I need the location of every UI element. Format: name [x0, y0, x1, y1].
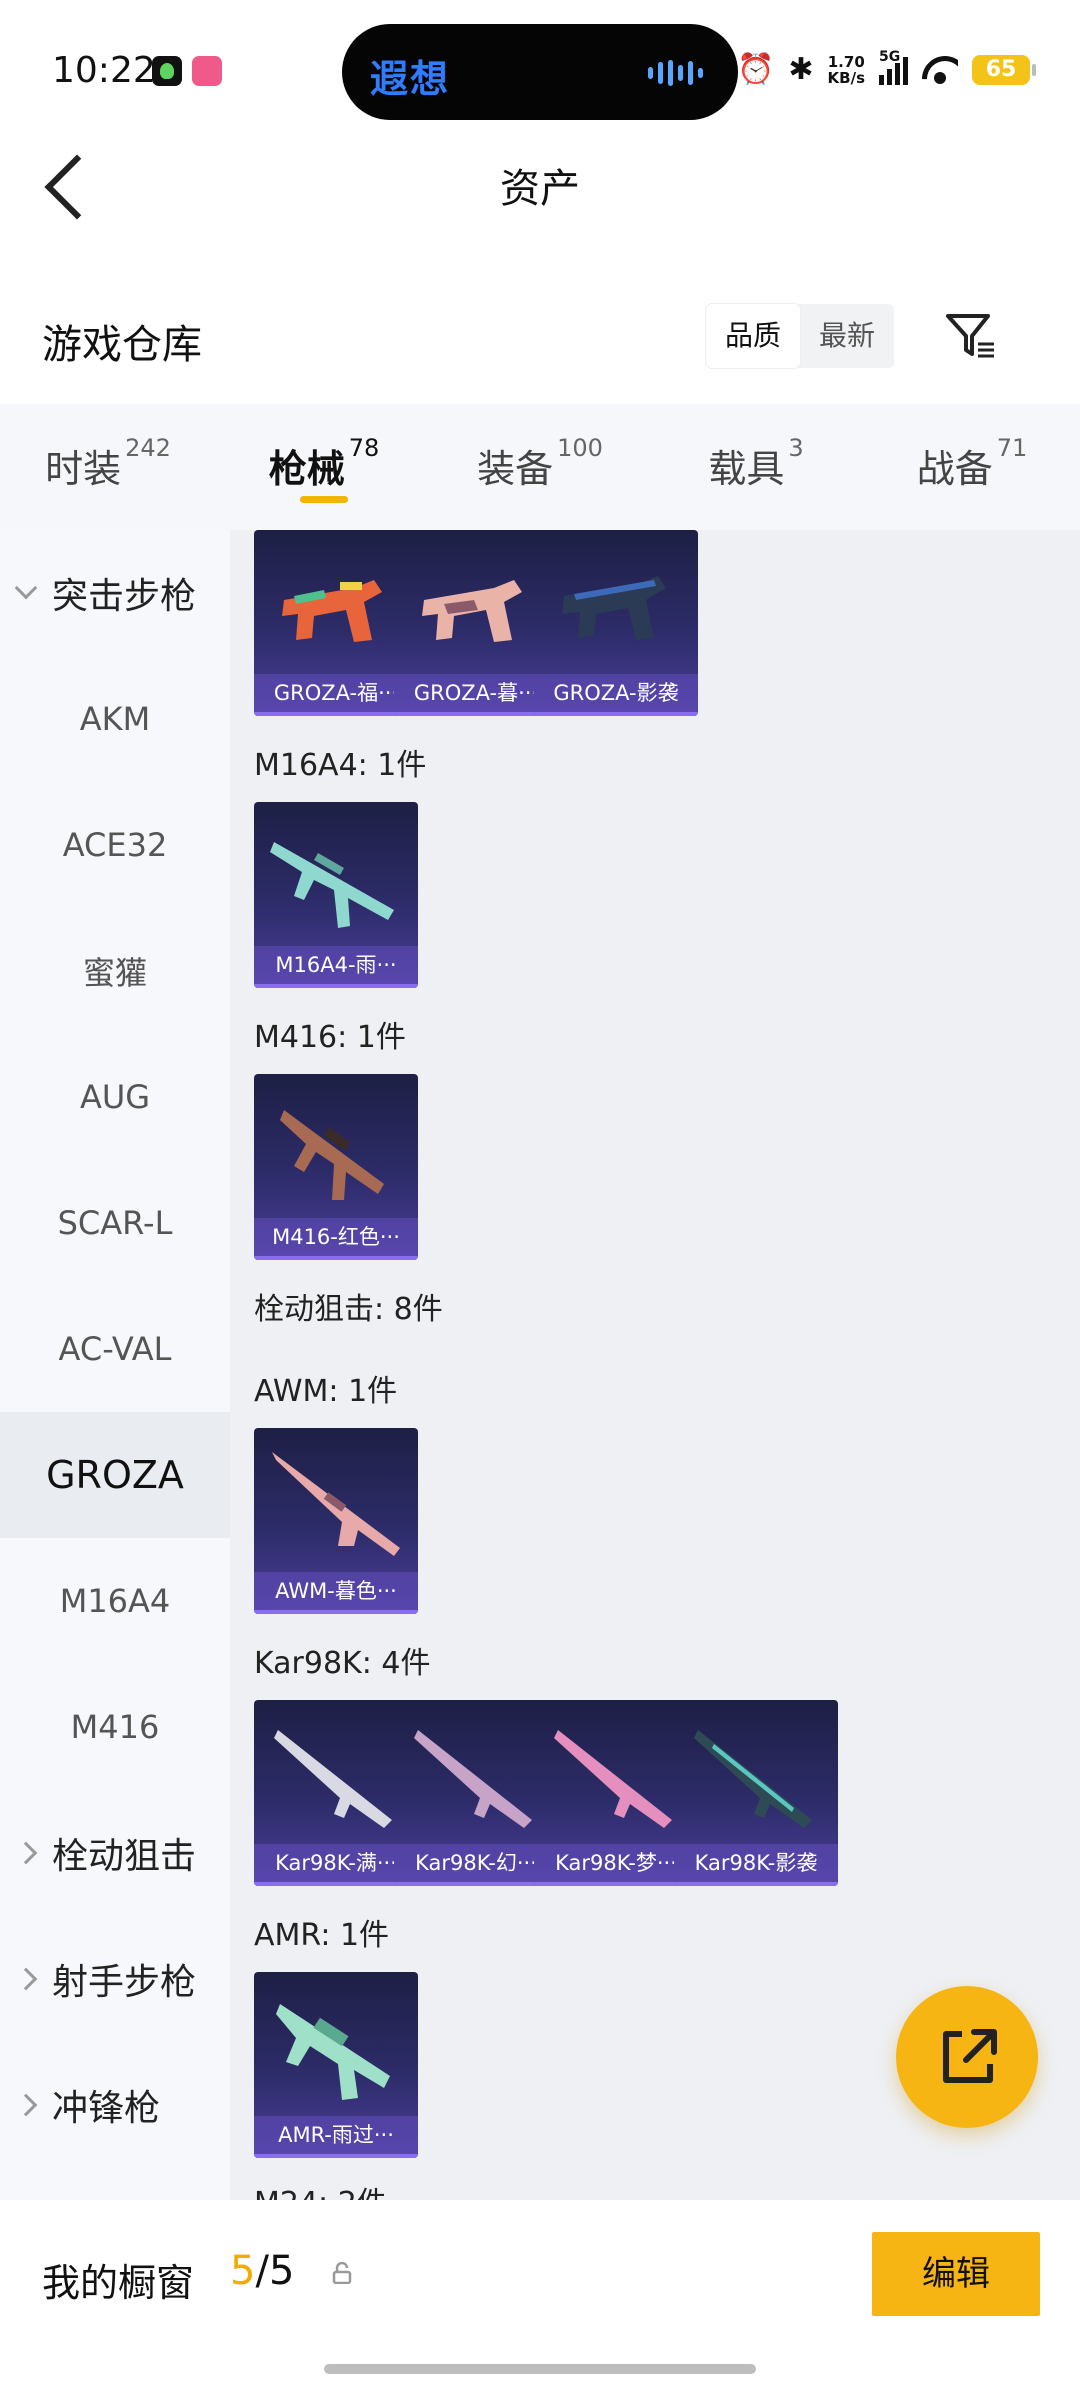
tab-count: 3	[788, 434, 804, 462]
groza-skin-image	[562, 576, 666, 640]
group-label-amr: AMR: 1件	[254, 1918, 390, 1953]
sort-latest-button[interactable]: 最新	[800, 304, 894, 368]
skin-name: AMR-雨过···	[254, 2116, 418, 2158]
sidebar-item-label: 冲锋枪	[52, 2088, 161, 2129]
status-time: 10:22	[52, 50, 156, 91]
tab-count: 71	[996, 434, 1028, 462]
group-label-m24: M24: 2件	[254, 2178, 387, 2200]
category-tabs: 时装 242 枪械 78 装备 100 载具 3 战备 71	[0, 404, 1080, 530]
sidebar-item-ace32[interactable]: ACE32	[0, 782, 230, 908]
skin-name: GROZA-影袭	[534, 674, 698, 716]
home-indicator[interactable]	[324, 2364, 756, 2374]
net-speed-value: 1.70	[827, 52, 865, 71]
showcase-bar: 我的橱窗 5/5 编辑	[0, 2200, 1080, 2400]
showcase-total: 5	[268, 2248, 295, 2294]
group-label-m416: M416: 1件	[254, 1020, 406, 1055]
app-notification-icon-2	[192, 56, 222, 86]
net-speed: 1.70 KB/s	[828, 54, 865, 86]
tab-label: 时装	[45, 447, 122, 491]
sidebar-item-label: 栓动狙击	[52, 1836, 197, 1877]
tab-equipment[interactable]: 装备 100	[432, 404, 648, 530]
page-title: 资产	[500, 166, 580, 212]
skin-card[interactable]: AWM-暮色···	[254, 1428, 418, 1614]
tab-label: 载具	[708, 447, 785, 491]
sidebar-group-assault-rifles[interactable]: 突击步枪	[0, 530, 230, 656]
share-button[interactable]	[896, 1986, 1038, 2128]
chevron-right-icon	[14, 1967, 38, 1991]
sidebar-group-smgs[interactable]: 冲锋枪	[0, 2042, 230, 2168]
sidebar-group-marksman-rifles[interactable]: 射手步枪	[0, 1916, 230, 2042]
sort-quality-button[interactable]: 品质	[706, 304, 800, 368]
tab-fashion[interactable]: 时装 242	[0, 404, 216, 530]
sidebar-item-ac-val[interactable]: AC-VAL	[0, 1286, 230, 1412]
awm-skin-image	[272, 1452, 400, 1556]
skin-name: Kar98K-影袭	[674, 1844, 838, 1886]
tab-label: 战备	[916, 447, 993, 491]
edit-button[interactable]: 编辑	[872, 2232, 1040, 2316]
sidebar-item-m16a4[interactable]: M16A4	[0, 1538, 230, 1664]
showcase-current: 5	[230, 2248, 256, 2294]
tab-count: 100	[557, 434, 603, 462]
dynamic-island[interactable]: 遐想	[342, 24, 738, 120]
sidebar-item-m416[interactable]: M416	[0, 1664, 230, 1790]
group-label-bolt-snipers: 栓动狙击: 8件	[254, 1292, 443, 1327]
sidebar-item-groza[interactable]: GROZA	[0, 1412, 230, 1538]
skin-name: M416-红色···	[254, 1218, 418, 1260]
showcase-count: 5/5	[230, 2248, 294, 2294]
status-bar: 10:22 遐想 ⏰ ✱ 1.70 KB/s 5G 65	[0, 0, 1080, 130]
sidebar-group-bolt-snipers[interactable]: 栓动狙击	[0, 1790, 230, 1916]
skin-name: M16A4-雨···	[254, 946, 418, 988]
skin-card[interactable]: AMR-雨过···	[254, 1972, 418, 2158]
chevron-right-icon	[14, 1841, 38, 1865]
sidebar-item-label: 突击步枪	[52, 576, 197, 617]
skin-card[interactable]: M416-红色···	[254, 1074, 418, 1260]
skin-card[interactable]: Kar98K-影袭	[674, 1700, 838, 1886]
group-label-m16a4: M16A4: 1件	[254, 748, 427, 783]
tab-vehicles[interactable]: 载具 3	[648, 404, 864, 530]
showcase-separator: /	[255, 2248, 269, 2294]
wifi-icon	[922, 56, 958, 84]
tab-label: 装备	[477, 447, 554, 491]
share-icon	[943, 2029, 997, 2083]
tab-supplies[interactable]: 战备 71	[864, 404, 1080, 530]
audio-wave-icon	[648, 60, 703, 86]
skin-name: AWM-暮色···	[254, 1572, 418, 1614]
warehouse-title: 游戏仓库	[42, 322, 202, 368]
sidebar-item-honey-badger[interactable]: 蜜獾	[0, 908, 230, 1034]
showcase-label: 我的橱窗	[42, 2261, 195, 2305]
tab-label: 枪械	[268, 447, 345, 491]
m16a4-skin-image	[270, 842, 394, 928]
chevron-down-icon	[14, 576, 38, 600]
signal-icon: 5G	[879, 49, 908, 85]
bluetooth-icon: ✱	[788, 52, 814, 87]
skin-card[interactable]: GROZA-影袭	[534, 530, 698, 716]
tab-guns[interactable]: 枪械 78	[216, 404, 432, 530]
tab-count: 242	[125, 434, 171, 462]
lock-icon	[332, 2262, 352, 2284]
battery-icon: 65	[972, 54, 1036, 85]
group-label-kar98k: Kar98K: 4件	[254, 1646, 431, 1681]
sidebar-item-scar-l[interactable]: SCAR-L	[0, 1160, 230, 1286]
kar98k-skin-image	[694, 1730, 812, 1828]
weapon-category-sidebar: 突击步枪 AKM ACE32 蜜獾 AUG SCAR-L AC-VAL GROZ…	[0, 530, 230, 2200]
weapon-skin-list: GROZA-福··· GROZA-暮··· GROZA-影袭 M16A4: 1件…	[230, 530, 1080, 2200]
network-type: 5G	[879, 48, 901, 65]
sidebar-item-akm[interactable]: AKM	[0, 656, 230, 782]
island-logo: 遐想	[370, 57, 451, 101]
group-label-awm: AWM: 1件	[254, 1374, 398, 1409]
filter-icon[interactable]	[940, 306, 1000, 366]
sidebar-item-aug[interactable]: AUG	[0, 1034, 230, 1160]
sort-toggle: 品质 最新	[706, 304, 894, 368]
amr-skin-image	[276, 2004, 390, 2100]
chevron-right-icon	[14, 2093, 38, 2117]
app-notification-icon	[152, 56, 182, 86]
m416-skin-image	[280, 1110, 384, 1200]
alarm-icon: ⏰	[737, 52, 775, 87]
net-speed-unit: KB/s	[827, 68, 865, 87]
skin-card[interactable]: M16A4-雨···	[254, 802, 418, 988]
status-icons: ⏰ ✱ 1.70 KB/s 5G 65	[737, 49, 1036, 87]
tab-count: 78	[348, 434, 380, 462]
sidebar-item-label: 射手步枪	[52, 1962, 197, 2003]
